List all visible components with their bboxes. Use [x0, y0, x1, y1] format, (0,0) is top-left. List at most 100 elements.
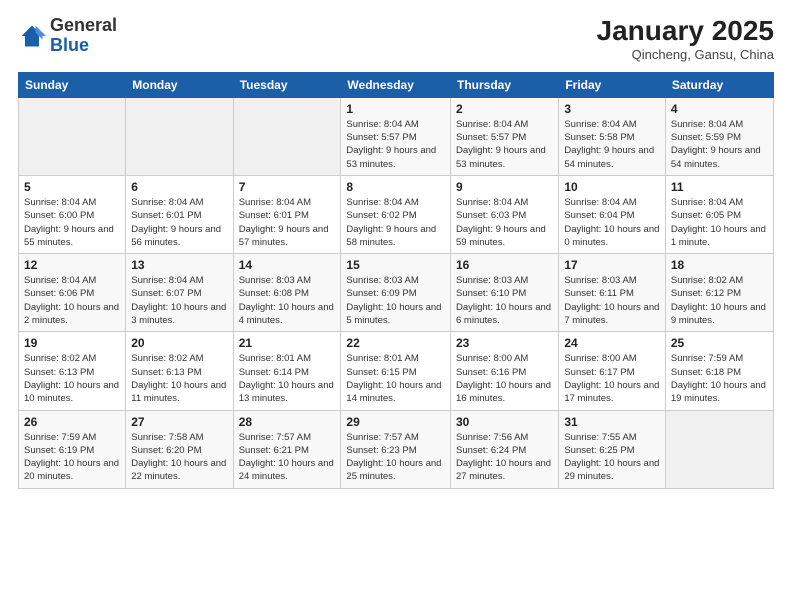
day-cell-w4-d7: 25 Sunrise: 7:59 AM Sunset: 6:18 PM Dayli…	[665, 332, 773, 410]
day-cell-w5-d6: 31 Sunrise: 7:55 AM Sunset: 6:25 PM Dayli…	[559, 410, 666, 488]
day-number: 24	[564, 336, 660, 350]
day-number: 27	[131, 415, 227, 429]
day-number: 28	[239, 415, 336, 429]
day-cell-w3-d7: 18 Sunrise: 8:02 AM Sunset: 6:12 PM Dayli…	[665, 254, 773, 332]
day-number: 4	[671, 102, 768, 116]
day-number: 26	[24, 415, 120, 429]
day-info: Sunrise: 8:01 AM Sunset: 6:15 PM Dayligh…	[346, 352, 445, 405]
day-cell-w1-d3	[233, 97, 341, 175]
logo-icon	[18, 22, 46, 50]
day-number: 21	[239, 336, 336, 350]
day-cell-w4-d3: 21 Sunrise: 8:01 AM Sunset: 6:14 PM Dayli…	[233, 332, 341, 410]
week-row-3: 12Sunrise: 8:04 AM Sunset: 6:06 PM Dayli…	[19, 254, 774, 332]
day-cell-w1-d7: 4Sunrise: 8:04 AM Sunset: 5:59 PM Daylig…	[665, 97, 773, 175]
day-cell-w1-d5: 2 Sunrise: 8:04 AM Sunset: 5:57 PM Daylig…	[451, 97, 559, 175]
day-number: 6	[131, 180, 227, 194]
day-info: Sunrise: 7:57 AM Sunset: 6:23 PM Dayligh…	[346, 431, 445, 484]
day-info: Sunrise: 8:03 AM Sunset: 6:11 PM Dayligh…	[564, 274, 660, 327]
day-info: Sunrise: 7:55 AM Sunset: 6:25 PM Dayligh…	[564, 431, 660, 484]
col-tuesday: Tuesday	[233, 72, 341, 97]
day-cell-w4-d6: 24 Sunrise: 8:00 AM Sunset: 6:17 PM Dayli…	[559, 332, 666, 410]
day-info: Sunrise: 7:59 AM Sunset: 6:19 PM Dayligh…	[24, 431, 120, 484]
day-info: Sunrise: 8:04 AM Sunset: 6:01 PM Dayligh…	[131, 196, 227, 249]
day-number: 11	[671, 180, 768, 194]
day-cell-w5-d2: 27 Sunrise: 7:58 AM Sunset: 6:20 PM Dayli…	[126, 410, 233, 488]
day-cell-w1-d2	[126, 97, 233, 175]
day-info: Sunrise: 7:58 AM Sunset: 6:20 PM Dayligh…	[131, 431, 227, 484]
day-number: 9	[456, 180, 553, 194]
day-info: Sunrise: 8:04 AM Sunset: 6:02 PM Dayligh…	[346, 196, 445, 249]
day-cell-w3-d2: 13Sunrise: 8:04 AM Sunset: 6:07 PM Dayli…	[126, 254, 233, 332]
day-number: 25	[671, 336, 768, 350]
day-number: 31	[564, 415, 660, 429]
day-cell-w1-d6: 3 Sunrise: 8:04 AM Sunset: 5:58 PM Daylig…	[559, 97, 666, 175]
day-info: Sunrise: 8:04 AM Sunset: 6:05 PM Dayligh…	[671, 196, 768, 249]
col-wednesday: Wednesday	[341, 72, 451, 97]
day-cell-w5-d4: 29Sunrise: 7:57 AM Sunset: 6:23 PM Dayli…	[341, 410, 451, 488]
day-cell-w2-d7: 11 Sunrise: 8:04 AM Sunset: 6:05 PM Dayli…	[665, 175, 773, 253]
day-number: 19	[24, 336, 120, 350]
day-info: Sunrise: 8:03 AM Sunset: 6:08 PM Dayligh…	[239, 274, 336, 327]
day-cell-w3-d6: 17 Sunrise: 8:03 AM Sunset: 6:11 PM Dayli…	[559, 254, 666, 332]
week-row-1: 1Sunrise: 8:04 AM Sunset: 5:57 PM Daylig…	[19, 97, 774, 175]
day-info: Sunrise: 8:04 AM Sunset: 5:57 PM Dayligh…	[346, 118, 445, 171]
day-info: Sunrise: 7:56 AM Sunset: 6:24 PM Dayligh…	[456, 431, 553, 484]
day-cell-w4-d5: 23 Sunrise: 8:00 AM Sunset: 6:16 PM Dayli…	[451, 332, 559, 410]
day-number: 18	[671, 258, 768, 272]
day-info: Sunrise: 8:02 AM Sunset: 6:13 PM Dayligh…	[24, 352, 120, 405]
week-row-2: 5 Sunrise: 8:04 AM Sunset: 6:00 PM Daylig…	[19, 175, 774, 253]
day-cell-w2-d3: 7 Sunrise: 8:04 AM Sunset: 6:01 PM Daylig…	[233, 175, 341, 253]
col-friday: Friday	[559, 72, 666, 97]
day-info: Sunrise: 8:00 AM Sunset: 6:16 PM Dayligh…	[456, 352, 553, 405]
day-number: 3	[564, 102, 660, 116]
day-cell-w2-d4: 8 Sunrise: 8:04 AM Sunset: 6:02 PM Daylig…	[341, 175, 451, 253]
day-cell-w3-d5: 16 Sunrise: 8:03 AM Sunset: 6:10 PM Dayli…	[451, 254, 559, 332]
day-number: 14	[239, 258, 336, 272]
day-number: 23	[456, 336, 553, 350]
day-number: 10	[564, 180, 660, 194]
day-number: 16	[456, 258, 553, 272]
day-info: Sunrise: 8:04 AM Sunset: 6:00 PM Dayligh…	[24, 196, 120, 249]
month-title: January 2025	[597, 16, 774, 47]
day-info: Sunrise: 8:04 AM Sunset: 5:57 PM Dayligh…	[456, 118, 553, 171]
title-area: January 2025 Qincheng, Gansu, China	[597, 16, 774, 62]
day-info: Sunrise: 8:04 AM Sunset: 6:07 PM Dayligh…	[131, 274, 227, 327]
day-number: 20	[131, 336, 227, 350]
week-row-4: 19 Sunrise: 8:02 AM Sunset: 6:13 PM Dayli…	[19, 332, 774, 410]
day-cell-w4-d1: 19 Sunrise: 8:02 AM Sunset: 6:13 PM Dayli…	[19, 332, 126, 410]
day-info: Sunrise: 7:59 AM Sunset: 6:18 PM Dayligh…	[671, 352, 768, 405]
day-cell-w4-d2: 20 Sunrise: 8:02 AM Sunset: 6:13 PM Dayli…	[126, 332, 233, 410]
day-info: Sunrise: 8:03 AM Sunset: 6:10 PM Dayligh…	[456, 274, 553, 327]
col-thursday: Thursday	[451, 72, 559, 97]
day-number: 8	[346, 180, 445, 194]
day-info: Sunrise: 8:00 AM Sunset: 6:17 PM Dayligh…	[564, 352, 660, 405]
day-number: 2	[456, 102, 553, 116]
col-monday: Monday	[126, 72, 233, 97]
day-info: Sunrise: 8:04 AM Sunset: 5:58 PM Dayligh…	[564, 118, 660, 171]
day-cell-w5-d7	[665, 410, 773, 488]
day-info: Sunrise: 8:04 AM Sunset: 6:01 PM Dayligh…	[239, 196, 336, 249]
day-cell-w5-d1: 26 Sunrise: 7:59 AM Sunset: 6:19 PM Dayli…	[19, 410, 126, 488]
day-cell-w1-d4: 1Sunrise: 8:04 AM Sunset: 5:57 PM Daylig…	[341, 97, 451, 175]
location: Qincheng, Gansu, China	[597, 47, 774, 62]
day-cell-w5-d3: 28 Sunrise: 7:57 AM Sunset: 6:21 PM Dayli…	[233, 410, 341, 488]
day-cell-w2-d5: 9Sunrise: 8:04 AM Sunset: 6:03 PM Daylig…	[451, 175, 559, 253]
day-number: 12	[24, 258, 120, 272]
day-number: 5	[24, 180, 120, 194]
day-info: Sunrise: 8:01 AM Sunset: 6:14 PM Dayligh…	[239, 352, 336, 405]
day-cell-w2-d2: 6 Sunrise: 8:04 AM Sunset: 6:01 PM Daylig…	[126, 175, 233, 253]
day-number: 7	[239, 180, 336, 194]
col-sunday: Sunday	[19, 72, 126, 97]
day-info: Sunrise: 8:02 AM Sunset: 6:12 PM Dayligh…	[671, 274, 768, 327]
logo-blue-text: Blue	[50, 35, 89, 55]
calendar: Sunday Monday Tuesday Wednesday Thursday…	[18, 72, 774, 489]
day-cell-w3-d1: 12Sunrise: 8:04 AM Sunset: 6:06 PM Dayli…	[19, 254, 126, 332]
day-number: 15	[346, 258, 445, 272]
logo: General Blue	[18, 16, 117, 56]
day-info: Sunrise: 7:57 AM Sunset: 6:21 PM Dayligh…	[239, 431, 336, 484]
day-cell-w1-d1	[19, 97, 126, 175]
logo-general-text: General	[50, 15, 117, 35]
day-info: Sunrise: 8:02 AM Sunset: 6:13 PM Dayligh…	[131, 352, 227, 405]
day-cell-w3-d3: 14 Sunrise: 8:03 AM Sunset: 6:08 PM Dayli…	[233, 254, 341, 332]
day-number: 17	[564, 258, 660, 272]
